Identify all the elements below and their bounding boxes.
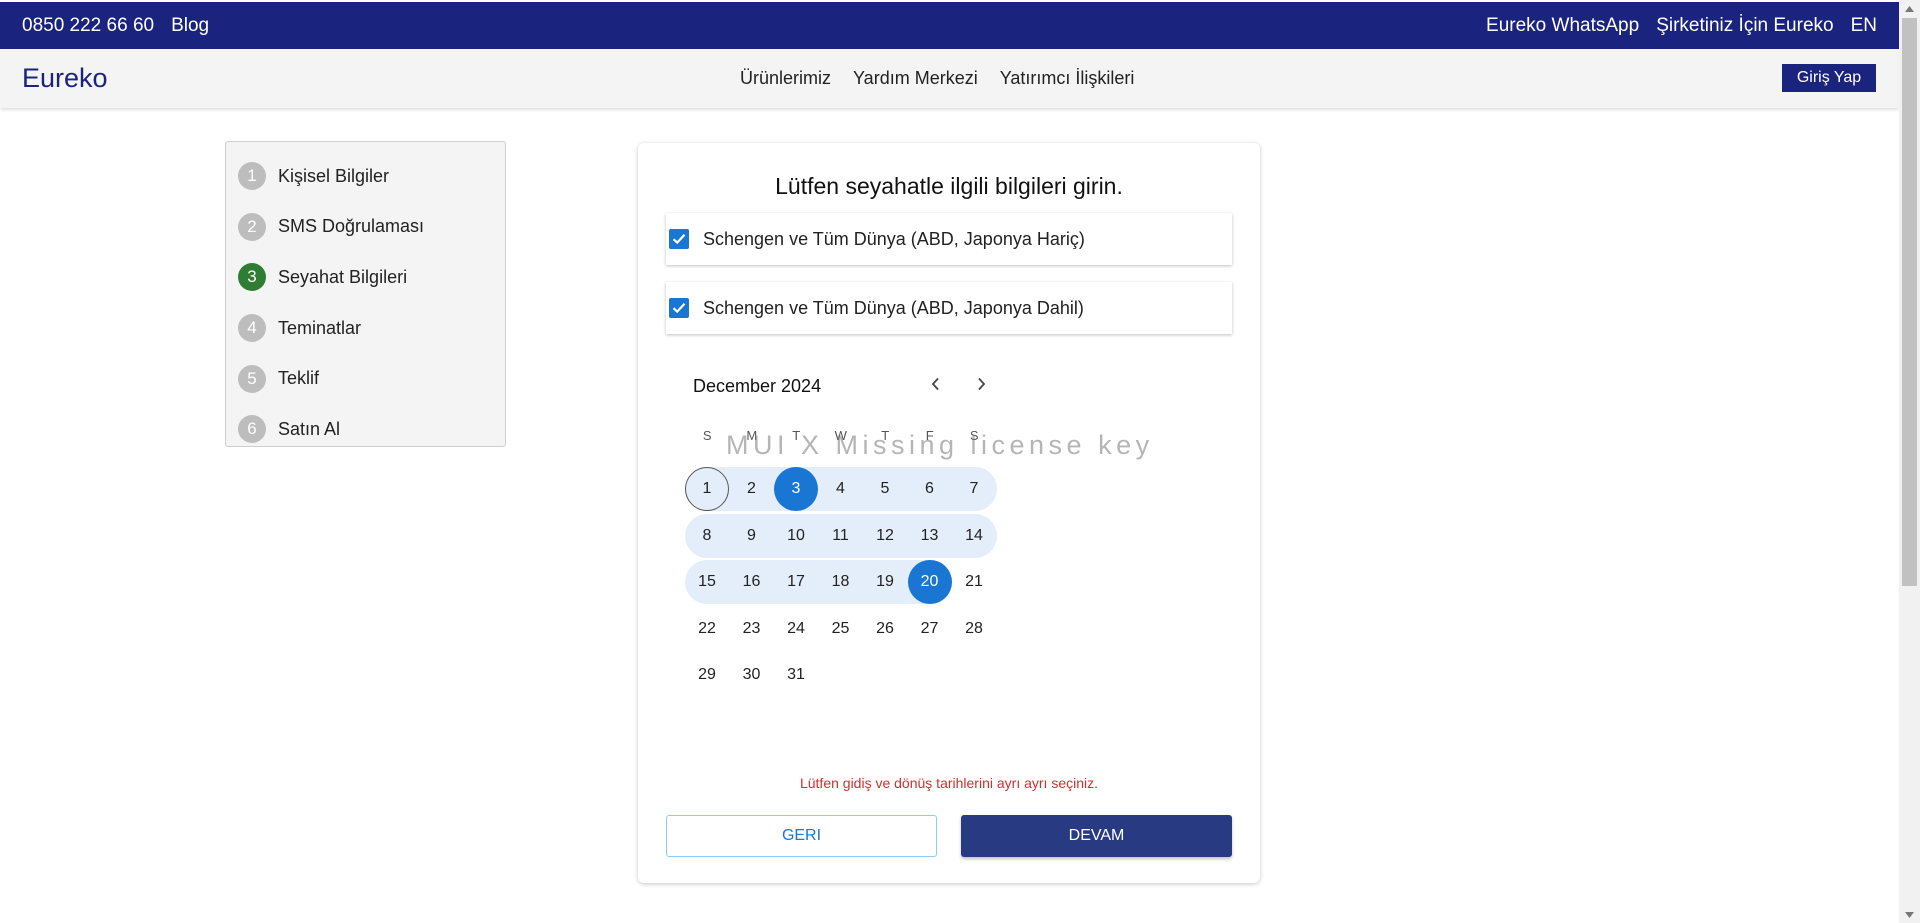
calendar-day[interactable]: 23	[730, 607, 774, 651]
step-number: 6	[238, 415, 266, 444]
calendar-day[interactable]: 7	[952, 467, 996, 511]
previous-month-button[interactable]	[923, 371, 949, 397]
nav-menu: Ürünlerimiz Yardım Merkezi Yatırımcı İli…	[740, 68, 1134, 89]
calendar-day[interactable]: 30	[730, 653, 774, 697]
calendar-day[interactable]: 29	[685, 653, 729, 697]
language-switch[interactable]: EN	[1851, 15, 1877, 37]
checkbox-checked-icon[interactable]	[669, 298, 689, 318]
calendar-day[interactable]: 17	[774, 560, 818, 604]
calendar-day[interactable]: 11	[819, 514, 863, 558]
nav-item-help-center[interactable]: Yardım Merkezi	[853, 68, 978, 89]
calendar-day[interactable]: 21	[952, 560, 996, 604]
calendar-day[interactable]: 25	[819, 607, 863, 651]
step-number: 5	[238, 364, 266, 393]
step-label: Teminatlar	[278, 317, 362, 338]
whatsapp-link[interactable]: Eureko WhatsApp	[1486, 15, 1639, 37]
step-personal-info[interactable]: 1 Kişisel Bilgiler	[226, 151, 505, 202]
coverage-option-excluding[interactable]: Schengen ve Tüm Dünya (ABD, Japonya Hari…	[666, 213, 1232, 265]
top-bar-right: Eureko WhatsApp Şirketiniz İçin Eureko E…	[1486, 15, 1877, 37]
calendar-day[interactable]: 10	[774, 514, 818, 558]
step-label: SMS Doğrulaması	[278, 216, 425, 237]
scroll-up-arrow-icon[interactable]	[1899, 0, 1920, 17]
calendar-day[interactable]: 20	[907, 560, 952, 604]
chevron-right-icon	[978, 377, 986, 391]
coverage-option-including[interactable]: Schengen ve Tüm Dünya (ABD, Japonya Dahi…	[666, 282, 1232, 334]
calendar-day[interactable]: 18	[819, 560, 863, 604]
step-label: Kişisel Bilgiler	[278, 165, 390, 186]
step-offer[interactable]: 5 Teklif	[226, 353, 505, 404]
calendar-day[interactable]: 12	[863, 514, 907, 558]
calendar-day[interactable]: 31	[774, 653, 818, 697]
date-error-message: Lütfen gidiş ve dönüş tarihlerini ayrı a…	[799, 775, 1099, 791]
calendar-day[interactable]: 2	[730, 467, 774, 511]
top-bar: 0850 222 66 60 Blog Eureko WhatsApp Şirk…	[0, 2, 1899, 49]
coverage-option-label: Schengen ve Tüm Dünya (ABD, Japonya Hari…	[703, 228, 1085, 249]
weekday-label: S	[702, 428, 712, 443]
continue-button[interactable]: DEVAM	[961, 815, 1232, 857]
coverage-option-label: Schengen ve Tüm Dünya (ABD, Japonya Dahi…	[703, 297, 1084, 318]
scroll-down-arrow-icon[interactable]	[1899, 906, 1920, 923]
nav-item-products[interactable]: Ürünlerimiz	[740, 68, 831, 89]
calendar-day[interactable]: 14	[952, 514, 996, 558]
chevron-left-icon	[931, 377, 939, 391]
step-sms-verification[interactable]: 2 SMS Doğrulaması	[226, 202, 505, 253]
step-number: 2	[238, 212, 266, 241]
travel-info-card: Lütfen seyahatle ilgili bilgileri girin.…	[638, 143, 1260, 883]
calendar-day[interactable]: 8	[685, 514, 729, 558]
calendar-day[interactable]: 22	[685, 607, 729, 651]
step-purchase[interactable]: 6 Satın Al	[226, 404, 505, 455]
login-button[interactable]: Giriş Yap	[1782, 64, 1876, 92]
calendar-day[interactable]: 16	[730, 560, 774, 604]
step-coverages[interactable]: 4 Teminatlar	[226, 303, 505, 354]
step-label: Teklif	[278, 368, 320, 389]
logo[interactable]: Eureko	[22, 63, 108, 94]
calendar-day[interactable]: 27	[908, 607, 952, 651]
license-watermark: MUI X Missing license key	[726, 430, 1154, 460]
step-label: Satın Al	[278, 418, 341, 439]
main-nav: Eureko Ürünlerimiz Yardım Merkezi Yatırı…	[0, 49, 1899, 108]
calendar-day[interactable]: 4	[819, 467, 863, 511]
next-month-button[interactable]	[968, 371, 994, 397]
calendar-day[interactable]: 15	[685, 560, 729, 604]
back-button[interactable]: GERI	[666, 815, 937, 857]
page-scrollbar[interactable]	[1899, 0, 1920, 923]
calendar-day[interactable]: 19	[863, 560, 907, 604]
step-number: 4	[238, 314, 266, 343]
scrollbar-thumb[interactable]	[1902, 18, 1917, 586]
calendar-day[interactable]: 5	[863, 467, 907, 511]
step-number: 1	[238, 162, 266, 191]
calendar-day[interactable]: 6	[908, 467, 952, 511]
calendar-day[interactable]: 13	[908, 514, 952, 558]
step-label: Seyahat Bilgileri	[278, 266, 408, 287]
blog-link[interactable]: Blog	[171, 15, 209, 37]
step-list: 1 Kişisel Bilgiler 2 SMS Doğrulaması 3 S…	[225, 141, 506, 447]
corporate-link[interactable]: Şirketiniz İçin Eureko	[1656, 15, 1833, 37]
form-title: Lütfen seyahatle ilgili bilgileri girin.	[775, 173, 1123, 199]
step-travel-info[interactable]: 3 Seyahat Bilgileri	[226, 252, 505, 303]
checkbox-checked-icon[interactable]	[669, 229, 689, 249]
calendar-day[interactable]: 3	[774, 467, 818, 511]
step-number: 3	[238, 263, 266, 292]
calendar-day[interactable]: 26	[863, 607, 907, 651]
calendar-day[interactable]: 9	[730, 514, 774, 558]
top-bar-left: 0850 222 66 60 Blog	[22, 15, 209, 37]
nav-item-investor-relations[interactable]: Yatırımcı İlişkileri	[1000, 68, 1135, 89]
calendar-day[interactable]: 1	[685, 467, 729, 511]
calendar-day[interactable]: 24	[774, 607, 818, 651]
calendar-month-label: December 2024	[693, 376, 822, 396]
calendar-day[interactable]: 28	[952, 607, 996, 651]
phone-link[interactable]: 0850 222 66 60	[22, 15, 154, 37]
